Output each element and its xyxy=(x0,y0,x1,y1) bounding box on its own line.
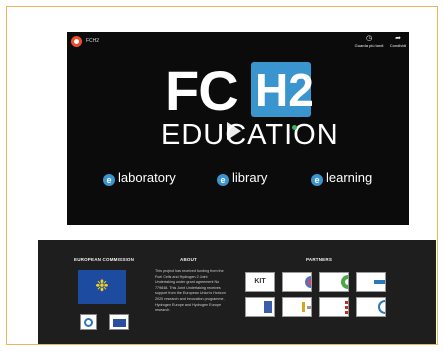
partner-mark-icon xyxy=(378,300,385,314)
partners-heading: PARTNERS xyxy=(306,257,333,262)
partner-logo[interactable] xyxy=(282,297,312,317)
e-circle-icon: e xyxy=(311,174,323,186)
e-circle-icon: e xyxy=(217,174,229,186)
partner-mark-icon xyxy=(341,275,348,289)
partner-mark-icon xyxy=(302,302,311,312)
logo-fc-text: FC xyxy=(165,59,239,122)
partner-logo[interactable] xyxy=(319,272,349,292)
watch-later-label: Guarda più tardi xyxy=(354,43,384,48)
e-item-label: learning xyxy=(326,170,373,185)
about-heading: ABOUT xyxy=(180,257,197,262)
partner-mark-icon xyxy=(264,301,272,313)
play-icon[interactable] xyxy=(227,122,241,140)
partner-mark-icon xyxy=(345,301,348,314)
partner-logo-kit[interactable]: KIT xyxy=(245,272,275,292)
logo-h2-text: H2 xyxy=(255,64,314,116)
eu-flag-logo[interactable]: ❉ xyxy=(78,270,126,304)
e-item-label: laboratory xyxy=(118,170,176,185)
logo-h2-box: H2 xyxy=(251,62,314,117)
partner-logo[interactable] xyxy=(245,297,275,317)
fch-ju-logo[interactable] xyxy=(80,314,97,330)
partner-logo[interactable] xyxy=(282,272,312,292)
logo-green-dot xyxy=(292,125,297,130)
e-laboratory-item: e laboratory xyxy=(103,170,176,186)
about-text: This project has received funding from t… xyxy=(155,269,226,313)
e-item-label: library xyxy=(232,170,268,185)
watch-later-button[interactable]: ◷ Guarda più tardi xyxy=(351,35,387,48)
partner-logo[interactable] xyxy=(356,297,386,317)
video-player[interactable]: FCH2 ◷ Guarda più tardi ➦ Condividi FC H… xyxy=(67,32,409,225)
logo-subtitle: EDUCATION xyxy=(161,119,339,151)
share-button[interactable]: ➦ Condividi xyxy=(389,35,407,48)
partner-logo[interactable] xyxy=(356,272,386,292)
video-channel-name[interactable]: FCH2 xyxy=(86,38,99,44)
share-icon: ➦ xyxy=(395,35,401,42)
eu-stars-icon: ❉ xyxy=(95,278,109,295)
share-label: Condividi xyxy=(389,43,407,48)
site-footer: EUROPEAN COMMISSION ABOUT PARTNERS ❉ Thi… xyxy=(38,240,436,344)
partner-mark-icon xyxy=(305,276,311,288)
horizon-2020-logo[interactable] xyxy=(109,314,129,330)
partner-mark-icon xyxy=(374,280,385,284)
e-library-item: e library xyxy=(217,170,267,186)
partner-logo[interactable] xyxy=(319,297,349,317)
european-commission-heading: EUROPEAN COMMISSION xyxy=(74,257,135,262)
e-learning-item: e learning xyxy=(311,170,372,186)
e-circle-icon: e xyxy=(103,174,115,186)
channel-avatar[interactable] xyxy=(71,36,82,47)
clock-icon: ◷ xyxy=(365,35,373,42)
